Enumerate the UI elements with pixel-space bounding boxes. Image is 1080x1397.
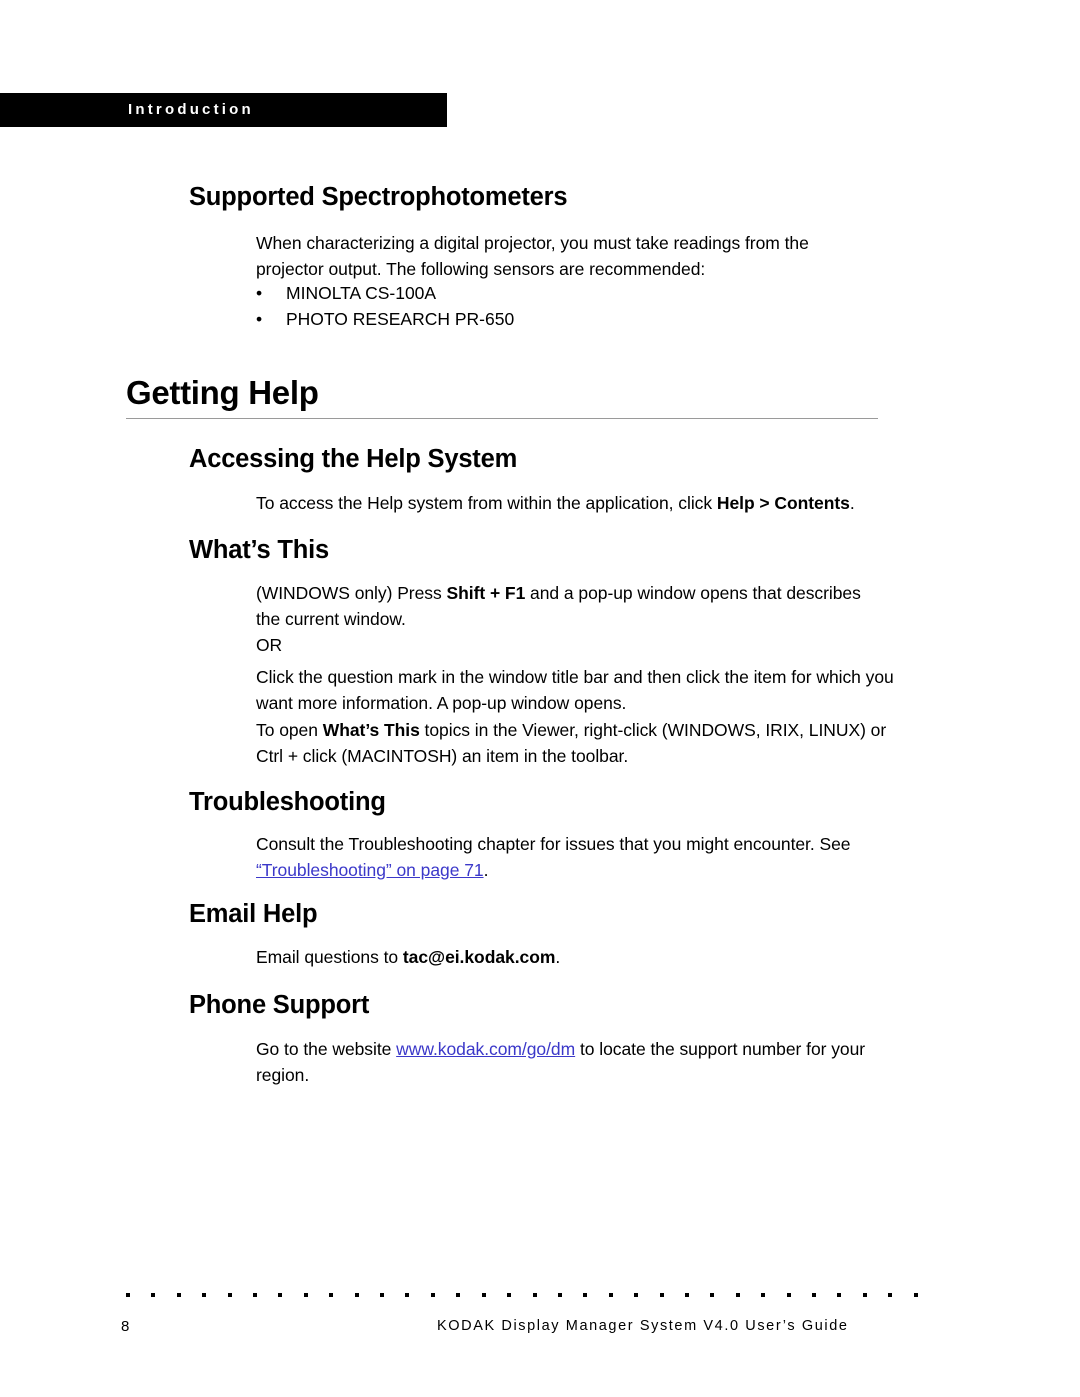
- paragraph-whats-this-3: To open What’s This topics in the Viewer…: [256, 718, 896, 769]
- chapter-header-label: Introduction: [128, 101, 254, 118]
- paragraph-phone-support: Go to the website www.kodak.com/go/dm to…: [256, 1037, 916, 1088]
- list-item: • PHOTO RESEARCH PR-650: [256, 307, 856, 333]
- cross-reference-link-troubleshooting[interactable]: “Troubleshooting” on page 71: [256, 860, 484, 880]
- footer-page-number: 8: [121, 1318, 130, 1335]
- paragraph-accessing-help-system: To access the Help system from within th…: [256, 491, 936, 517]
- heading-whats-this: What’s This: [189, 536, 329, 564]
- list-item-label: PHOTO RESEARCH PR-650: [286, 308, 515, 329]
- bullet-icon: •: [256, 308, 263, 329]
- list-supported-sensors: • MINOLTA CS-100A • PHOTO RESEARCH PR-65…: [256, 281, 856, 332]
- text-run-bold: Help > Contents: [716, 493, 850, 513]
- footer-dot-rule: [126, 1292, 918, 1298]
- heading-email-help: Email Help: [189, 900, 318, 928]
- heading-troubleshooting: Troubleshooting: [189, 788, 386, 816]
- text-run: .: [849, 493, 855, 513]
- text-run: To access the Help system from within th…: [256, 493, 717, 513]
- paragraph-troubleshooting: Consult the Troubleshooting chapter for …: [256, 832, 926, 883]
- list-item: • MINOLTA CS-100A: [256, 281, 856, 307]
- section-getting-help: Getting Help: [126, 374, 878, 420]
- website-link-kodak[interactable]: www.kodak.com/go/dm: [396, 1039, 575, 1059]
- text-run: Email questions to: [256, 947, 403, 967]
- text-run: Go to the website: [256, 1039, 397, 1059]
- paragraph-or-label: OR: [256, 635, 283, 655]
- heading-supported-spectrophotometers: Supported Spectrophotometers: [189, 183, 568, 211]
- list-item-label: MINOLTA CS-100A: [286, 283, 437, 303]
- footer-title: KODAK Display Manager System V4.0 User’s…: [437, 1318, 849, 1334]
- email-address: tac@ei.kodak.com: [402, 947, 556, 967]
- text-run-bold: What’s This: [322, 720, 420, 740]
- text-run: To open: [256, 720, 323, 740]
- bullet-icon: •: [256, 283, 263, 303]
- heading-getting-help: Getting Help: [126, 374, 319, 411]
- paragraph-supported-spectrophotometers: When characterizing a digital projector,…: [256, 233, 809, 279]
- paragraph-whats-this-1: (WINDOWS only) Press Shift + F1 and a po…: [256, 581, 876, 632]
- heading-rule: [126, 418, 878, 420]
- paragraph-whats-this-2: Click the question mark in the window ti…: [256, 667, 894, 713]
- text-run-bold: Shift + F1: [446, 583, 526, 603]
- text-run: Consult the Troubleshooting chapter for …: [256, 834, 851, 854]
- text-run: .: [483, 859, 489, 880]
- heading-phone-support: Phone Support: [189, 991, 370, 1019]
- text-run: (WINDOWS only) Press: [256, 583, 447, 603]
- heading-accessing-help-system: Accessing the Help System: [189, 445, 518, 473]
- text-run: .: [555, 947, 561, 967]
- paragraph-email-help: Email questions to tac@ei.kodak.com.: [256, 945, 856, 971]
